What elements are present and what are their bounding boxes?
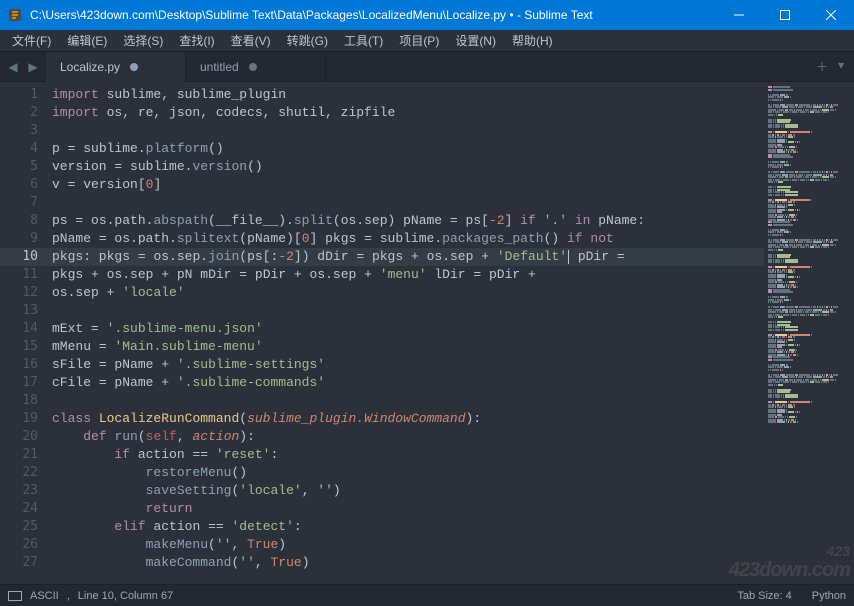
line-number: 25 bbox=[0, 518, 52, 536]
code-line: restoreMenu() bbox=[52, 464, 764, 482]
line-number: 3 bbox=[0, 122, 52, 140]
code-line: ps = os.path.abspath(__file__).split(os.… bbox=[52, 212, 764, 230]
status-position: Line 10, Column 67 bbox=[78, 590, 173, 602]
line-number: 18 bbox=[0, 392, 52, 410]
menu-item[interactable]: 文件(F) bbox=[4, 30, 59, 51]
tab-prev-button[interactable]: ◀ bbox=[4, 58, 22, 76]
tab-nav: ◀ ▶ bbox=[0, 58, 46, 76]
status-right: Tab Size: 4 Python bbox=[737, 590, 846, 602]
line-number: 9 bbox=[0, 230, 52, 248]
line-number: 17 bbox=[0, 374, 52, 392]
line-number: 20 bbox=[0, 428, 52, 446]
status-tab-size[interactable]: Tab Size: 4 bbox=[737, 590, 791, 602]
maximize-button[interactable] bbox=[762, 0, 808, 30]
code-line: cFile = pName + '.sublime-commands' bbox=[52, 374, 764, 392]
tab[interactable]: untitled bbox=[186, 52, 326, 82]
tab-label: untitled bbox=[200, 60, 239, 74]
tab-next-button[interactable]: ▶ bbox=[24, 58, 42, 76]
app-icon bbox=[0, 7, 30, 23]
panel-switcher-icon[interactable] bbox=[8, 591, 22, 601]
code-line bbox=[52, 302, 764, 320]
code-line bbox=[52, 392, 764, 410]
status-encoding[interactable]: ASCII bbox=[30, 590, 59, 602]
line-number: 11 bbox=[0, 266, 52, 284]
code-line: mExt = '.sublime-menu.json' bbox=[52, 320, 764, 338]
editor: 1234567891011121314151617181920212223242… bbox=[0, 82, 854, 584]
menu-item[interactable]: 设置(N) bbox=[447, 30, 504, 51]
line-number: 6 bbox=[0, 176, 52, 194]
line-number: 8 bbox=[0, 212, 52, 230]
code-line: os.sep + 'locale' bbox=[52, 284, 764, 302]
tabbar: ◀ ▶ Localize.py untitled ＋ ▾ bbox=[0, 52, 854, 82]
line-number: 2 bbox=[0, 104, 52, 122]
menubar: 文件(F)编辑(E)选择(S)查找(I)查看(V)转跳(G)工具(T)项目(P)… bbox=[0, 30, 854, 52]
line-number: 27 bbox=[0, 554, 52, 572]
code-line: pName = os.path.splitext(pName)[0] pkgs … bbox=[52, 230, 764, 248]
code-line: pkgs + os.sep + pN mDir = pDir + os.sep … bbox=[52, 266, 764, 284]
code-line: import os, re, json, codecs, shutil, zip… bbox=[52, 104, 764, 122]
line-number: 15 bbox=[0, 338, 52, 356]
gutter[interactable]: 1234567891011121314151617181920212223242… bbox=[0, 82, 52, 584]
line-number: 5 bbox=[0, 158, 52, 176]
tab-menu-button[interactable]: ▾ bbox=[838, 58, 844, 75]
menu-item[interactable]: 工具(T) bbox=[336, 30, 391, 51]
code-line: mMenu = 'Main.sublime-menu' bbox=[52, 338, 764, 356]
menu-item[interactable]: 编辑(E) bbox=[59, 30, 115, 51]
watermark: 423 423down.com bbox=[729, 543, 850, 582]
code-line: saveSetting('locale', '') bbox=[52, 482, 764, 500]
dirty-indicator-icon bbox=[130, 63, 138, 71]
code-line: makeCommand('', True) bbox=[52, 554, 764, 572]
code-line: v = version[0] bbox=[52, 176, 764, 194]
menu-item[interactable]: 项目(P) bbox=[391, 30, 447, 51]
code-line: import sublime, sublime_plugin bbox=[52, 86, 764, 104]
code-line: def run(self, action): bbox=[52, 428, 764, 446]
code-line bbox=[52, 194, 764, 212]
window-controls bbox=[716, 0, 854, 30]
line-number: 22 bbox=[0, 464, 52, 482]
line-number: 24 bbox=[0, 500, 52, 518]
line-number: 19 bbox=[0, 410, 52, 428]
status-left: ASCII, Line 10, Column 67 bbox=[8, 590, 173, 602]
line-number: 26 bbox=[0, 536, 52, 554]
line-number: 16 bbox=[0, 356, 52, 374]
menu-item[interactable]: 选择(S) bbox=[115, 30, 171, 51]
line-number: 21 bbox=[0, 446, 52, 464]
line-number: 1 bbox=[0, 86, 52, 104]
titlebar: C:\Users\423down.com\Desktop\Sublime Tex… bbox=[0, 0, 854, 30]
menu-item[interactable]: 帮助(H) bbox=[504, 30, 561, 51]
dirty-indicator-icon bbox=[249, 63, 257, 71]
code-line: if action == 'reset': bbox=[52, 446, 764, 464]
code-line: return bbox=[52, 500, 764, 518]
tab-actions: ＋ ▾ bbox=[806, 58, 854, 75]
minimize-button[interactable] bbox=[716, 0, 762, 30]
line-number: 4 bbox=[0, 140, 52, 158]
code-line: class LocalizeRunCommand(sublime_plugin.… bbox=[52, 410, 764, 428]
line-number: 12 bbox=[0, 284, 52, 302]
line-number: 7 bbox=[0, 194, 52, 212]
text-cursor bbox=[568, 250, 569, 264]
line-number: 10 bbox=[0, 248, 52, 266]
code-line bbox=[52, 122, 764, 140]
code-line: elif action == 'detect': bbox=[52, 518, 764, 536]
code-line: sFile = pName + '.sublime-settings' bbox=[52, 356, 764, 374]
tab-label: Localize.py bbox=[60, 60, 120, 74]
tab[interactable]: Localize.py bbox=[46, 52, 186, 82]
line-number: 23 bbox=[0, 482, 52, 500]
new-tab-button[interactable]: ＋ bbox=[816, 58, 828, 75]
status-syntax[interactable]: Python bbox=[812, 590, 846, 602]
menu-item[interactable]: 查看(V) bbox=[223, 30, 279, 51]
line-number: 13 bbox=[0, 302, 52, 320]
code-area[interactable]: import sublime, sublime_pluginimport os,… bbox=[52, 82, 764, 584]
close-button[interactable] bbox=[808, 0, 854, 30]
minimap[interactable] bbox=[764, 82, 854, 584]
window-title: C:\Users\423down.com\Desktop\Sublime Tex… bbox=[30, 8, 716, 22]
menu-item[interactable]: 转跳(G) bbox=[279, 30, 336, 51]
menu-item[interactable]: 查找(I) bbox=[171, 30, 222, 51]
code-line: pkgs: pkgs = os.sep.join(ps[:-2]) dDir =… bbox=[52, 248, 764, 266]
code-line: version = sublime.version() bbox=[52, 158, 764, 176]
code-line: makeMenu('', True) bbox=[52, 536, 764, 554]
statusbar: ASCII, Line 10, Column 67 Tab Size: 4 Py… bbox=[0, 584, 854, 606]
code-line: p = sublime.platform() bbox=[52, 140, 764, 158]
line-number: 14 bbox=[0, 320, 52, 338]
